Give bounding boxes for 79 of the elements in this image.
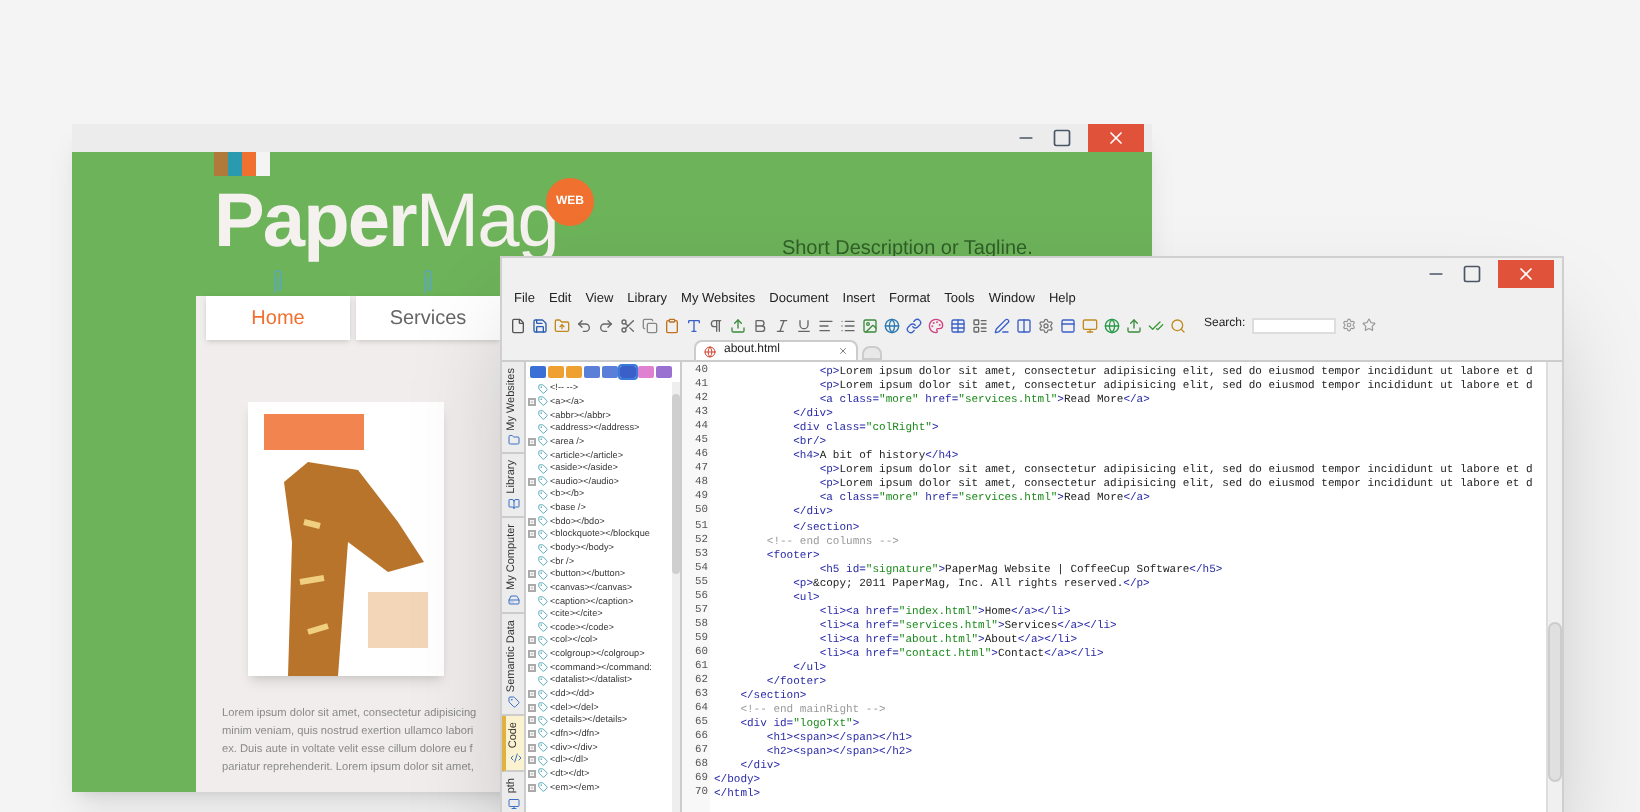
folder-icon[interactable] [554, 317, 570, 333]
tab-icon [507, 434, 519, 447]
align-icon[interactable] [818, 317, 834, 333]
undo-icon[interactable] [576, 317, 592, 333]
check-icon[interactable] [1148, 317, 1164, 333]
maximize-icon[interactable] [1052, 128, 1072, 148]
paperclip-icon [420, 268, 436, 296]
search-field[interactable] [1251, 317, 1336, 333]
settings-icon[interactable] [1038, 317, 1054, 333]
expand-icon[interactable] [528, 583, 536, 592]
expand-icon[interactable] [528, 729, 536, 738]
expand-icon[interactable] [528, 477, 536, 486]
scrollbar[interactable] [1546, 362, 1562, 812]
new-tab-button[interactable] [862, 346, 882, 360]
monitor-icon[interactable] [1082, 317, 1098, 333]
tab-icon [507, 498, 519, 511]
expand-icon[interactable] [528, 716, 536, 725]
pen-icon[interactable] [994, 317, 1010, 333]
close-icon [1106, 128, 1126, 148]
globe-icon[interactable] [1104, 317, 1120, 333]
expand-icon[interactable] [528, 570, 536, 579]
paste-icon[interactable] [664, 317, 680, 333]
panel-icon[interactable] [1060, 317, 1076, 333]
expand-icon[interactable] [528, 703, 536, 712]
underline-icon[interactable] [796, 317, 812, 333]
tab-icon [507, 798, 519, 811]
expand-icon[interactable] [528, 663, 536, 672]
star-icon[interactable] [1361, 318, 1376, 332]
tab-icon [507, 594, 519, 607]
save-icon[interactable] [532, 317, 548, 333]
tag-icon [538, 782, 548, 793]
expand-icon[interactable] [528, 756, 536, 765]
expand-icon[interactable] [528, 530, 536, 539]
settings-icon[interactable] [1341, 318, 1356, 332]
new-file-icon[interactable] [510, 317, 526, 333]
copy-icon[interactable] [642, 317, 658, 333]
tab-icon [507, 696, 519, 709]
globe-icon [704, 345, 716, 357]
scrollbar[interactable] [672, 382, 680, 812]
maximize-icon[interactable] [1462, 263, 1482, 283]
expand-icon[interactable] [528, 517, 536, 526]
expand-icon[interactable] [528, 636, 536, 645]
paperclip-icon [270, 268, 286, 296]
italic-icon[interactable] [774, 317, 790, 333]
image-icon[interactable] [862, 317, 878, 333]
element-group-button[interactable] [530, 366, 546, 378]
tab-icon [509, 752, 521, 765]
tagline: Short Description or Tagline. [781, 236, 1033, 264]
nav-tab[interactable]: Services [356, 296, 500, 340]
bold-icon[interactable] [752, 317, 768, 333]
font-icon[interactable] [686, 317, 702, 333]
close-button[interactable] [1088, 124, 1144, 152]
element-group-button[interactable] [656, 366, 672, 378]
close-button[interactable] [1498, 259, 1554, 287]
search-icon[interactable] [1170, 317, 1186, 333]
expand-icon[interactable] [528, 437, 536, 446]
layout-icon[interactable] [972, 317, 988, 333]
expand-icon[interactable] [528, 743, 536, 752]
element-group-button[interactable] [584, 366, 600, 378]
tag-icon [538, 543, 548, 553]
expand-icon[interactable] [528, 397, 536, 406]
columns-icon[interactable] [1016, 317, 1032, 333]
globe-icon[interactable] [884, 317, 900, 333]
upload-icon[interactable] [730, 317, 746, 333]
upload-icon[interactable] [1126, 317, 1142, 333]
table-icon[interactable] [950, 317, 966, 333]
redo-icon[interactable] [598, 317, 614, 333]
list-icon[interactable] [840, 317, 856, 333]
expand-icon[interactable] [528, 783, 536, 792]
palette-icon[interactable] [928, 317, 944, 333]
element-group-button[interactable] [602, 366, 618, 378]
link-icon[interactable] [906, 317, 922, 333]
expand-icon[interactable] [528, 650, 536, 659]
close-icon [1516, 263, 1536, 283]
element-group-button[interactable] [620, 366, 636, 378]
expand-icon[interactable] [528, 769, 536, 778]
paragraph-icon[interactable] [708, 317, 724, 333]
expand-icon[interactable] [528, 690, 536, 699]
cut-icon[interactable] [620, 317, 636, 333]
